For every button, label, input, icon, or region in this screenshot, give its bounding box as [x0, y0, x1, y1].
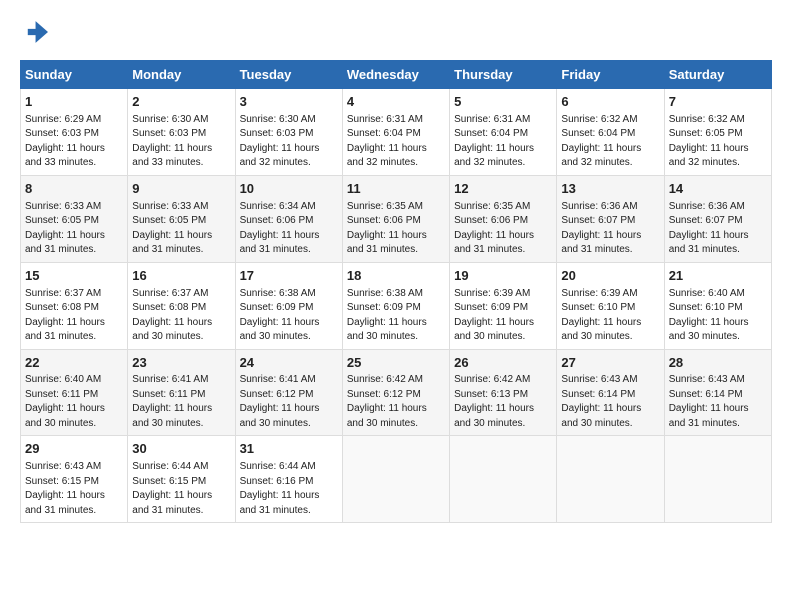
day-number: 22	[25, 354, 123, 373]
day-number: 29	[25, 440, 123, 459]
day-number: 3	[240, 93, 338, 112]
day-number: 16	[132, 267, 230, 286]
calendar-cell	[450, 436, 557, 523]
day-number: 4	[347, 93, 445, 112]
calendar-cell: 7Sunrise: 6:32 AMSunset: 6:05 PMDaylight…	[664, 89, 771, 176]
day-number: 24	[240, 354, 338, 373]
col-header-friday: Friday	[557, 61, 664, 89]
calendar-week-row: 1Sunrise: 6:29 AMSunset: 6:03 PMDaylight…	[21, 89, 772, 176]
calendar-cell: 26Sunrise: 6:42 AMSunset: 6:13 PMDayligh…	[450, 349, 557, 436]
calendar-cell: 4Sunrise: 6:31 AMSunset: 6:04 PMDaylight…	[342, 89, 449, 176]
calendar-cell: 31Sunrise: 6:44 AMSunset: 6:16 PMDayligh…	[235, 436, 342, 523]
calendar-cell: 12Sunrise: 6:35 AMSunset: 6:06 PMDayligh…	[450, 175, 557, 262]
col-header-saturday: Saturday	[664, 61, 771, 89]
col-header-thursday: Thursday	[450, 61, 557, 89]
day-number: 2	[132, 93, 230, 112]
calendar-cell: 5Sunrise: 6:31 AMSunset: 6:04 PMDaylight…	[450, 89, 557, 176]
calendar-cell: 24Sunrise: 6:41 AMSunset: 6:12 PMDayligh…	[235, 349, 342, 436]
calendar-cell: 19Sunrise: 6:39 AMSunset: 6:09 PMDayligh…	[450, 262, 557, 349]
day-number: 6	[561, 93, 659, 112]
logo-icon	[20, 18, 48, 46]
day-number: 7	[669, 93, 767, 112]
day-number: 11	[347, 180, 445, 199]
calendar-cell: 2Sunrise: 6:30 AMSunset: 6:03 PMDaylight…	[128, 89, 235, 176]
col-header-tuesday: Tuesday	[235, 61, 342, 89]
calendar-cell: 25Sunrise: 6:42 AMSunset: 6:12 PMDayligh…	[342, 349, 449, 436]
page-header	[20, 18, 772, 46]
day-number: 10	[240, 180, 338, 199]
day-number: 17	[240, 267, 338, 286]
col-header-wednesday: Wednesday	[342, 61, 449, 89]
calendar-cell: 9Sunrise: 6:33 AMSunset: 6:05 PMDaylight…	[128, 175, 235, 262]
calendar-cell: 3Sunrise: 6:30 AMSunset: 6:03 PMDaylight…	[235, 89, 342, 176]
calendar-cell: 10Sunrise: 6:34 AMSunset: 6:06 PMDayligh…	[235, 175, 342, 262]
calendar-cell: 17Sunrise: 6:38 AMSunset: 6:09 PMDayligh…	[235, 262, 342, 349]
calendar-week-row: 22Sunrise: 6:40 AMSunset: 6:11 PMDayligh…	[21, 349, 772, 436]
calendar-cell: 28Sunrise: 6:43 AMSunset: 6:14 PMDayligh…	[664, 349, 771, 436]
calendar-header-row: SundayMondayTuesdayWednesdayThursdayFrid…	[21, 61, 772, 89]
day-number: 14	[669, 180, 767, 199]
calendar-week-row: 8Sunrise: 6:33 AMSunset: 6:05 PMDaylight…	[21, 175, 772, 262]
calendar-cell: 8Sunrise: 6:33 AMSunset: 6:05 PMDaylight…	[21, 175, 128, 262]
calendar-cell: 15Sunrise: 6:37 AMSunset: 6:08 PMDayligh…	[21, 262, 128, 349]
day-number: 15	[25, 267, 123, 286]
calendar-cell: 6Sunrise: 6:32 AMSunset: 6:04 PMDaylight…	[557, 89, 664, 176]
day-number: 21	[669, 267, 767, 286]
day-number: 8	[25, 180, 123, 199]
col-header-monday: Monday	[128, 61, 235, 89]
calendar-week-row: 29Sunrise: 6:43 AMSunset: 6:15 PMDayligh…	[21, 436, 772, 523]
calendar-cell: 18Sunrise: 6:38 AMSunset: 6:09 PMDayligh…	[342, 262, 449, 349]
day-number: 31	[240, 440, 338, 459]
day-number: 9	[132, 180, 230, 199]
logo	[20, 18, 52, 46]
calendar-cell: 27Sunrise: 6:43 AMSunset: 6:14 PMDayligh…	[557, 349, 664, 436]
day-number: 12	[454, 180, 552, 199]
calendar-week-row: 15Sunrise: 6:37 AMSunset: 6:08 PMDayligh…	[21, 262, 772, 349]
calendar-cell: 21Sunrise: 6:40 AMSunset: 6:10 PMDayligh…	[664, 262, 771, 349]
day-number: 28	[669, 354, 767, 373]
calendar-cell	[342, 436, 449, 523]
calendar-cell: 11Sunrise: 6:35 AMSunset: 6:06 PMDayligh…	[342, 175, 449, 262]
calendar-cell: 29Sunrise: 6:43 AMSunset: 6:15 PMDayligh…	[21, 436, 128, 523]
day-number: 18	[347, 267, 445, 286]
calendar-cell: 20Sunrise: 6:39 AMSunset: 6:10 PMDayligh…	[557, 262, 664, 349]
calendar-cell	[664, 436, 771, 523]
calendar-cell: 14Sunrise: 6:36 AMSunset: 6:07 PMDayligh…	[664, 175, 771, 262]
calendar-cell: 16Sunrise: 6:37 AMSunset: 6:08 PMDayligh…	[128, 262, 235, 349]
day-number: 19	[454, 267, 552, 286]
calendar-cell: 22Sunrise: 6:40 AMSunset: 6:11 PMDayligh…	[21, 349, 128, 436]
calendar-cell: 30Sunrise: 6:44 AMSunset: 6:15 PMDayligh…	[128, 436, 235, 523]
day-number: 1	[25, 93, 123, 112]
day-number: 5	[454, 93, 552, 112]
day-number: 30	[132, 440, 230, 459]
calendar-cell: 23Sunrise: 6:41 AMSunset: 6:11 PMDayligh…	[128, 349, 235, 436]
day-number: 20	[561, 267, 659, 286]
calendar-cell: 1Sunrise: 6:29 AMSunset: 6:03 PMDaylight…	[21, 89, 128, 176]
day-number: 26	[454, 354, 552, 373]
page-container: SundayMondayTuesdayWednesdayThursdayFrid…	[0, 0, 792, 533]
day-number: 25	[347, 354, 445, 373]
calendar-cell: 13Sunrise: 6:36 AMSunset: 6:07 PMDayligh…	[557, 175, 664, 262]
calendar-cell	[557, 436, 664, 523]
col-header-sunday: Sunday	[21, 61, 128, 89]
day-number: 27	[561, 354, 659, 373]
day-number: 23	[132, 354, 230, 373]
calendar-table: SundayMondayTuesdayWednesdayThursdayFrid…	[20, 60, 772, 523]
day-number: 13	[561, 180, 659, 199]
